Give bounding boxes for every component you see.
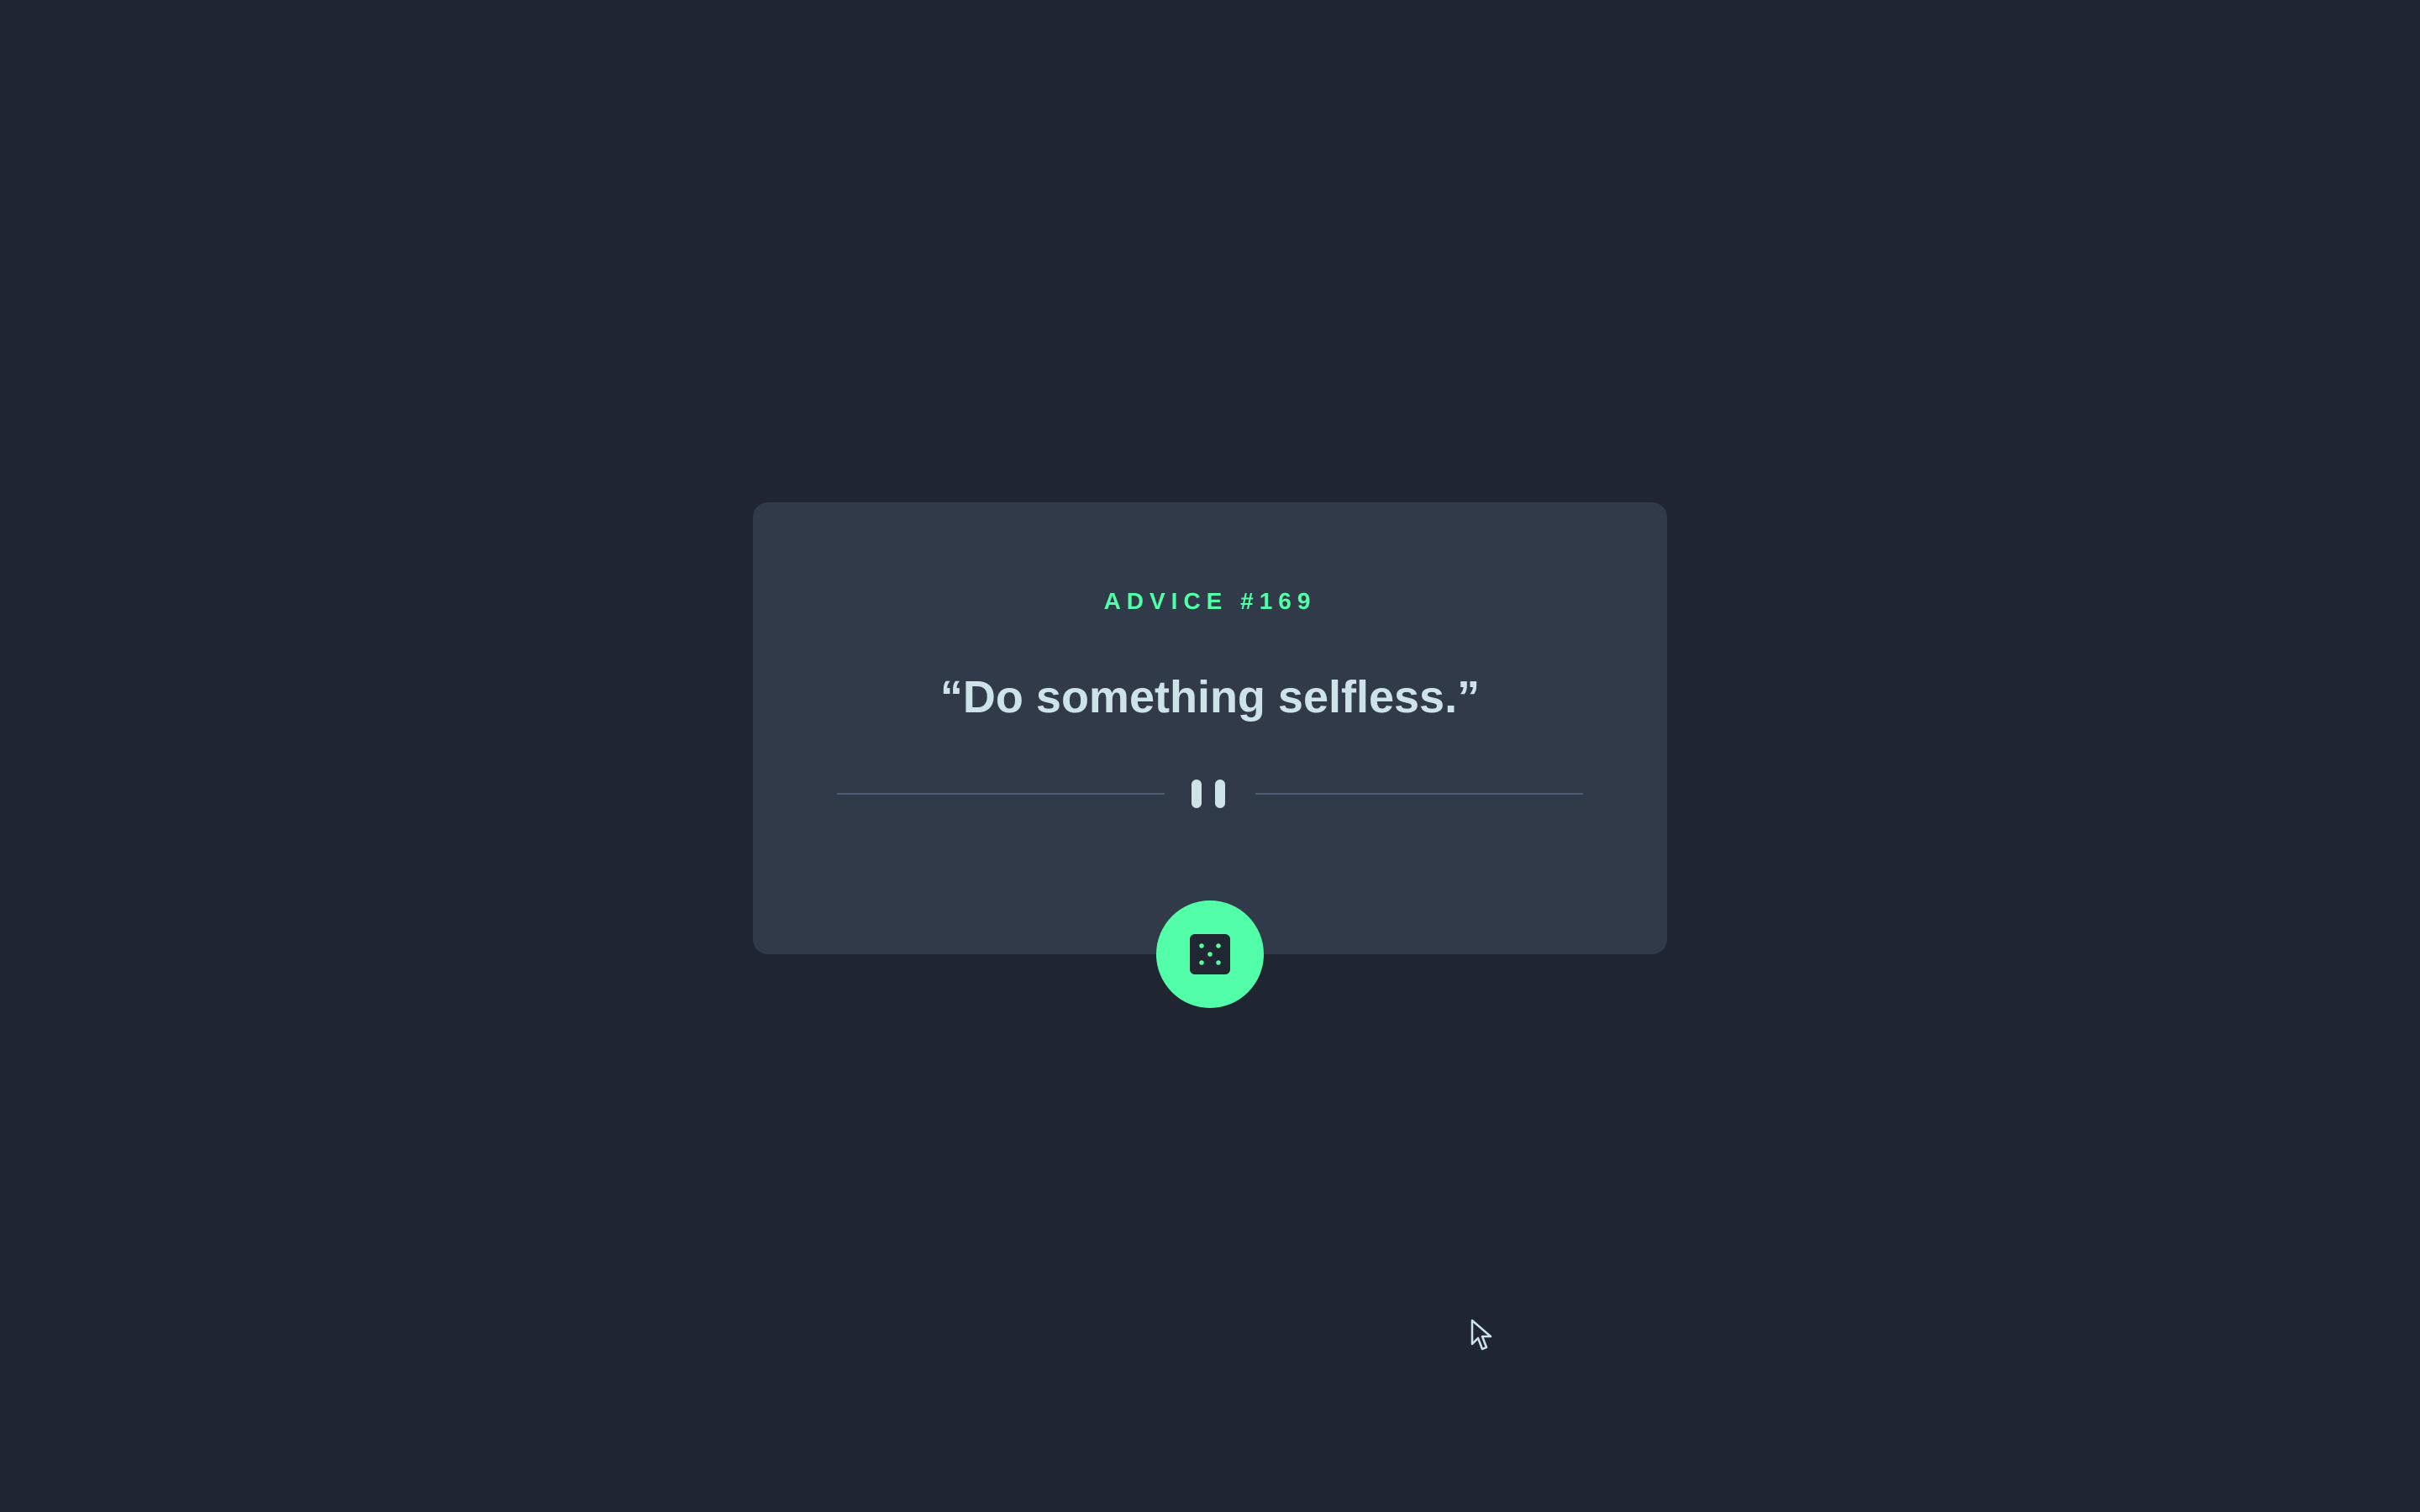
page: ADVICE #169 “Do something selfless.” bbox=[0, 0, 2420, 1512]
pause-bar-right bbox=[1215, 780, 1225, 808]
divider-line-right bbox=[1255, 793, 1583, 795]
advice-number-label: ADVICE #169 bbox=[1103, 588, 1317, 614]
pause-icon bbox=[1192, 780, 1228, 808]
divider-line-left bbox=[837, 793, 1165, 795]
advice-card: ADVICE #169 “Do something selfless.” bbox=[753, 502, 1667, 954]
pause-bar-left bbox=[1192, 780, 1202, 808]
dice-icon bbox=[1190, 934, 1230, 974]
mouse-cursor-icon bbox=[1470, 1319, 1492, 1351]
advice-quote: “Do something selfless.” bbox=[939, 672, 1481, 722]
generate-advice-button[interactable] bbox=[1156, 900, 1264, 1008]
